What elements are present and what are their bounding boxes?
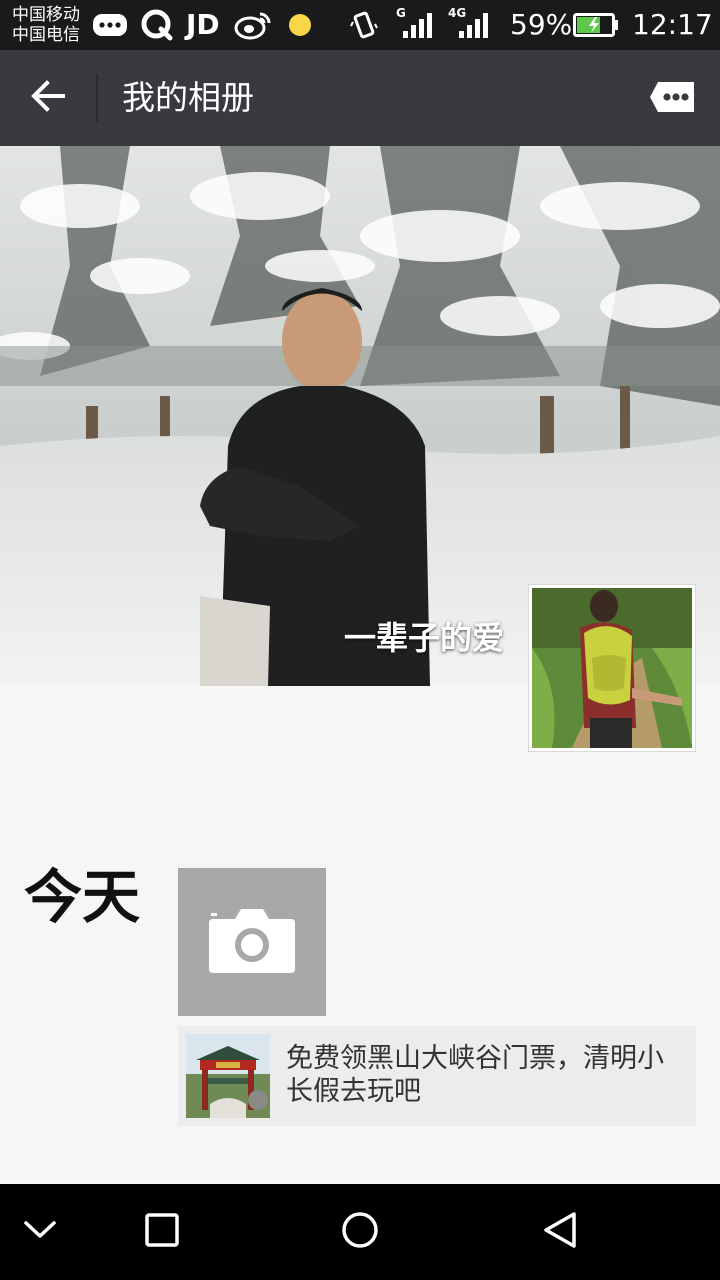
post-photo-button[interactable] [178,868,326,1016]
shared-link-card[interactable]: 免费领黑山大峡谷门票，清明小长假去玩吧 [178,1026,696,1126]
back-button[interactable] [20,72,76,124]
battery-percent: 59% [510,8,573,41]
app-bar-divider [96,74,98,122]
chat-bubble-icon [650,81,696,117]
system-nav-bar [0,1184,720,1280]
jd-icon: JD [186,8,220,41]
circle-icon [341,1211,379,1253]
chevron-down-icon [23,1219,57,1245]
avatar[interactable] [528,584,696,752]
yellow-dot-icon [286,9,314,41]
weibo-icon [234,9,272,41]
carrier-2: 中国电信 [12,25,80,45]
clock: 12:17 [632,8,713,41]
carrier-labels: 中国移动 中国电信 [12,5,80,45]
app-bar: 我的相册 [0,50,720,146]
battery-icon [572,9,620,41]
status-bar: 中国移动 中国电信 JD G 4G 59% 12:17 [0,0,720,50]
share-title: 免费领黑山大峡谷门票，清明小长假去玩吧 [286,1043,664,1107]
share-thumbnail [186,1034,270,1118]
triangle-back-icon [542,1211,578,1253]
nickname: 一辈子的爱 [343,619,504,657]
square-icon [145,1213,179,1251]
q-app-icon [140,9,174,41]
system-back-button[interactable] [528,1202,592,1262]
recents-button[interactable] [130,1202,194,1262]
hide-nav-button[interactable] [8,1202,72,1262]
messages-button[interactable] [648,80,698,118]
message-icon [92,9,128,41]
vibrate-icon [350,9,378,41]
home-button[interactable] [328,1202,392,1262]
signal-icon [400,9,436,41]
page-title: 我的相册 [122,78,254,117]
carrier-1: 中国移动 [12,5,80,25]
day-label: 今天 [24,863,141,931]
camera-icon [207,905,297,979]
arrow-left-icon [30,80,66,116]
signal-icon [456,9,492,41]
